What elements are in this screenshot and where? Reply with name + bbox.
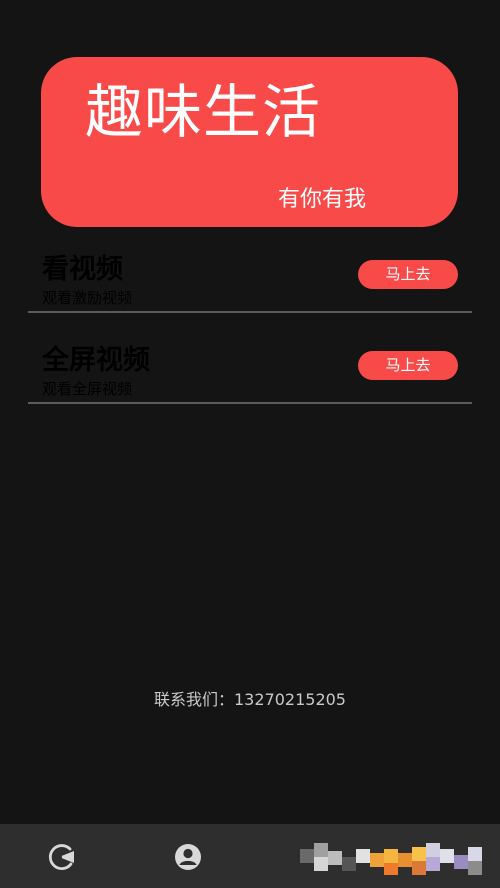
task-title: 全屏视频 xyxy=(42,345,150,376)
task-description: 观看全屏视频 xyxy=(42,380,133,398)
task-row-fullscreen-video: 全屏视频 观看全屏视频 马上去 xyxy=(28,344,472,404)
nav-item-home[interactable] xyxy=(0,824,166,888)
contact-info: 联系我们：13270215205 xyxy=(154,690,346,709)
go-now-button[interactable]: 马上去 xyxy=(358,351,458,380)
home-pie-icon xyxy=(48,844,74,870)
pixelated-icon xyxy=(300,843,482,875)
task-description: 观看激励视频 xyxy=(42,289,133,307)
user-icon xyxy=(175,844,201,870)
banner-subtitle: 有你有我 xyxy=(278,187,367,212)
go-now-button[interactable]: 马上去 xyxy=(358,260,458,289)
bottom-nav xyxy=(0,824,500,888)
task-row-watch-video: 看视频 观看激励视频 马上去 xyxy=(28,253,472,313)
task-title: 看视频 xyxy=(42,254,123,285)
nav-item-third[interactable] xyxy=(292,824,500,888)
banner: 趣味生活 有你有我 xyxy=(41,57,458,227)
banner-title: 趣味生活 xyxy=(85,78,322,146)
